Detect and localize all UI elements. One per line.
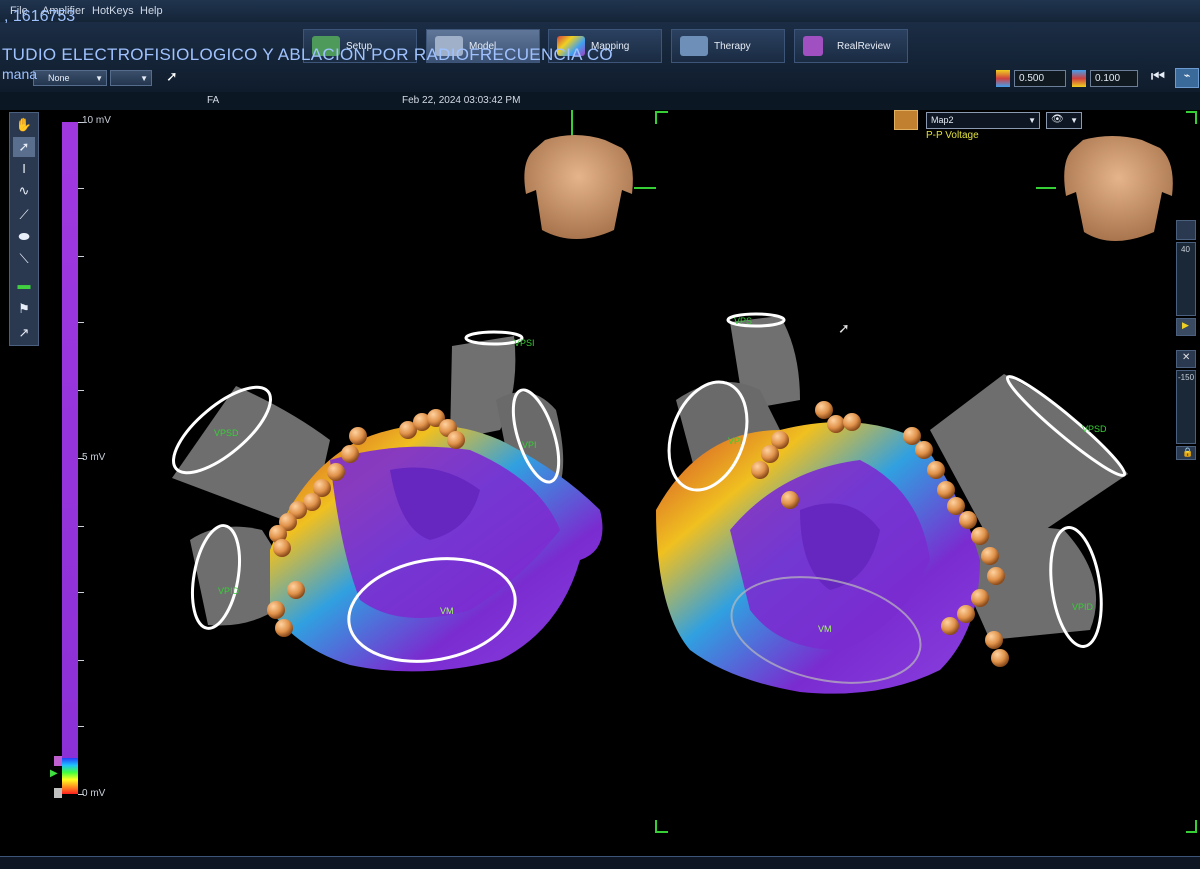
- scale-icon-2: [1072, 70, 1086, 87]
- side-slider-panel: 40 ▶ ✕ -150 🔒: [1176, 220, 1198, 460]
- map-viewport[interactable]: VPSI VPSD VPI VPID VM VPS VPI VPSD VPID …: [0, 110, 1200, 856]
- scale-tick: [78, 660, 84, 661]
- cursor-icon: ➚: [838, 320, 850, 336]
- torso-back-icon: [1064, 136, 1173, 241]
- menu-help[interactable]: Help: [140, 5, 163, 17]
- scale-tick: [78, 526, 84, 527]
- horizontal-scrollbar[interactable]: [0, 856, 1200, 869]
- scale-tick: [78, 390, 84, 391]
- threshold-marker-icon[interactable]: ▶: [50, 768, 58, 779]
- scale-tick: [78, 322, 84, 323]
- side-close-button[interactable]: ✕: [1176, 350, 1196, 368]
- curve-tool-icon[interactable]: ∿: [13, 181, 35, 201]
- spin-input-1[interactable]: 0.500: [1014, 70, 1066, 87]
- scale-max-label: 10 mV: [82, 115, 111, 126]
- menu-bar: File Amplifier HotKeys Help: [0, 0, 1200, 22]
- pointer-tool-icon[interactable]: ➚: [166, 68, 178, 85]
- ellipse-tool-icon[interactable]: ⬬: [13, 227, 35, 247]
- realreview-icon: [803, 36, 823, 56]
- rhythm-label: FA: [207, 95, 220, 106]
- lock-icon: 🔒: [1182, 447, 1194, 457]
- rewind-icon[interactable]: ⏮: [1146, 68, 1170, 88]
- scale-tick: [78, 592, 84, 593]
- label-vpi-right: VPI: [728, 436, 743, 446]
- label-vps-right: VPS: [734, 316, 753, 326]
- display-combo[interactable]: None ▼: [33, 70, 107, 86]
- label-vpsd: VPSD: [214, 428, 239, 438]
- patient-id: , 1616753: [4, 8, 76, 25]
- timestamp: Feb 22, 2024 03:03:42 PM: [402, 95, 521, 106]
- side-button[interactable]: [1176, 220, 1196, 240]
- heart-map-svg: [172, 110, 1197, 833]
- menu-hotkeys[interactable]: HotKeys: [92, 5, 134, 17]
- visibility-toggle[interactable]: 👁 ▼: [1046, 112, 1082, 129]
- study-subtitle: mana: [2, 66, 38, 82]
- spin-input-2[interactable]: 0.100: [1090, 70, 1138, 87]
- therapy-icon: [680, 36, 708, 56]
- label-vpsd-right: VPSD: [1082, 424, 1107, 434]
- layer-tool-icon[interactable]: ▬: [13, 275, 35, 295]
- chevron-down-icon: ▼: [1070, 116, 1078, 125]
- flag-tool-icon[interactable]: ⚑: [13, 299, 35, 319]
- voltage-scale-bar: [62, 122, 78, 794]
- tab-realreview[interactable]: RealReview: [794, 29, 908, 63]
- side-slider-2[interactable]: -150: [1176, 370, 1196, 444]
- scale-tick: [78, 188, 84, 189]
- upper-threshold-handle[interactable]: [54, 756, 62, 766]
- label-vm-right: VM: [818, 624, 832, 634]
- text-cursor-icon[interactable]: I: [13, 159, 35, 179]
- close-icon: ✕: [1182, 352, 1191, 363]
- split-view-icon[interactable]: [894, 110, 918, 130]
- label-vpi: VPI: [522, 440, 537, 450]
- tool-palette: ✋ ➚ I ∿ ⟋ ⬬ ⟍ ▬ ⚑ ↗: [9, 112, 39, 346]
- catheter-tool-icon[interactable]: ↗: [13, 323, 35, 343]
- chevron-down-icon: ▼: [140, 74, 148, 83]
- scale-mid-label: 5 mV: [82, 452, 106, 463]
- side-play-button[interactable]: ▶: [1176, 318, 1196, 336]
- waveform-icon[interactable]: ⌁: [1175, 68, 1199, 88]
- lower-threshold-handle[interactable]: [54, 788, 62, 798]
- left-atrium-model: [172, 330, 603, 672]
- play-icon: ▶: [1182, 320, 1189, 330]
- label-vm-left: VM: [440, 606, 454, 616]
- side-slider-1[interactable]: 40: [1176, 242, 1196, 316]
- study-title: TUDIO ELECTROFISIOLOGICO Y ABLACION POR …: [2, 45, 613, 64]
- chevron-down-icon: ▼: [95, 74, 103, 83]
- scale-min-label: 0 mV: [82, 788, 106, 799]
- tab-therapy[interactable]: Therapy: [671, 29, 785, 63]
- voltage-scale-gradient: [62, 758, 78, 794]
- secondary-combo[interactable]: ▼: [110, 70, 152, 86]
- map-select[interactable]: Map2 ▼: [926, 112, 1040, 129]
- info-bar: FA Feb 22, 2024 03:03:42 PM: [0, 92, 1200, 110]
- select-tool-icon[interactable]: ➚: [13, 137, 35, 157]
- right-atrium-model: [656, 312, 1128, 694]
- side-lock-button[interactable]: 🔒: [1176, 446, 1196, 460]
- chevron-down-icon: ▼: [1028, 116, 1036, 125]
- eye-icon: 👁: [1051, 114, 1064, 125]
- scale-tick: [78, 726, 84, 727]
- line-tool-icon[interactable]: ⟋: [13, 205, 35, 225]
- label-vpid: VPID: [218, 586, 240, 596]
- hand-tool-icon[interactable]: ✋: [13, 115, 35, 135]
- scale-tick: [78, 256, 84, 257]
- torso-front-icon: [524, 135, 633, 239]
- label-vpsi: VPSI: [514, 338, 535, 348]
- eraser-tool-icon[interactable]: ⟍: [13, 249, 35, 269]
- map-type-label: P-P Voltage: [926, 130, 979, 141]
- scale-icon: [996, 70, 1010, 87]
- label-vpid-right: VPID: [1072, 602, 1094, 612]
